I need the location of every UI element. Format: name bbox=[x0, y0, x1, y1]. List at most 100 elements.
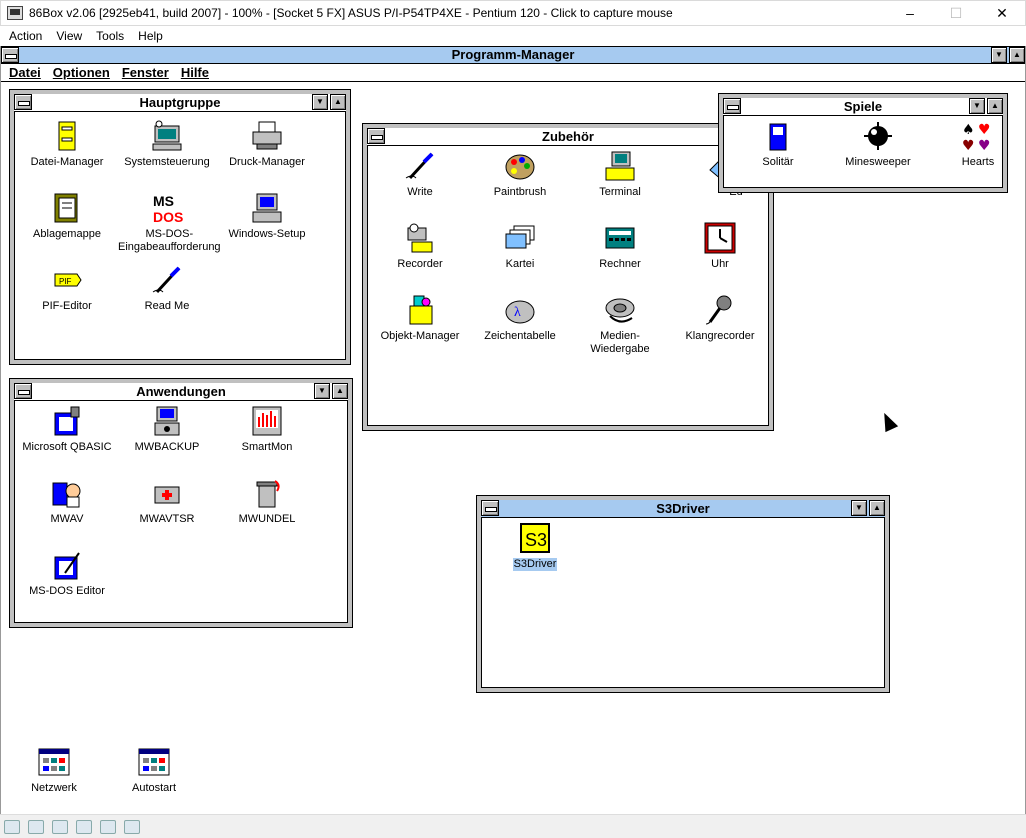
icon-pif-editor[interactable]: PIF PIF-Editor bbox=[17, 264, 117, 313]
pm-title: Programm-Manager bbox=[451, 47, 575, 62]
group-maximize-button[interactable]: ▲ bbox=[332, 383, 348, 399]
pm-menubar: Datei Optionen Fenster Hilfe bbox=[1, 64, 1025, 82]
pm-minimize-button[interactable]: ▼ bbox=[991, 47, 1007, 63]
86box-app-icon bbox=[7, 6, 23, 20]
pm-system-menu-button[interactable] bbox=[1, 47, 19, 63]
group-hauptgruppe[interactable]: Hauptgruppe ▼ ▲ Datei-Manager Systemsteu… bbox=[9, 89, 351, 365]
group-titlebar[interactable]: S3Driver ▼ ▲ bbox=[481, 500, 885, 518]
menu-help[interactable]: Help bbox=[131, 29, 170, 43]
group-maximize-button[interactable]: ▲ bbox=[987, 98, 1003, 114]
maximize-button[interactable]: ☐ bbox=[933, 0, 979, 26]
host-titlebar: 86Box v2.06 [2925eb41, build 2007] - 100… bbox=[0, 0, 1026, 26]
icon-objekt-manager[interactable]: Objekt-Manager bbox=[370, 294, 470, 343]
icon-hearts[interactable]: ♠ ♥ ♥ ♥ Hearts bbox=[928, 120, 1026, 169]
group-minimize-button[interactable]: ▼ bbox=[314, 383, 330, 399]
cards-icon bbox=[762, 120, 794, 152]
pm-menu-hilfe[interactable]: Hilfe bbox=[175, 65, 215, 80]
icon-label: Hearts bbox=[961, 156, 995, 168]
icon-minesweeper[interactable]: Minesweeper bbox=[828, 120, 928, 169]
hard-disk-icon[interactable] bbox=[76, 819, 92, 834]
svg-text:S3: S3 bbox=[525, 530, 547, 550]
icon-medien-wiedergabe[interactable]: Medien-Wiedergabe bbox=[570, 294, 670, 356]
icon-klangrecorder[interactable]: Klangrecorder bbox=[670, 294, 770, 343]
group-system-menu-button[interactable] bbox=[14, 383, 32, 399]
group-title: S3Driver bbox=[656, 501, 710, 516]
icon-s3driver[interactable]: S3 S3Driver bbox=[485, 522, 585, 571]
pen-write-icon bbox=[151, 264, 183, 296]
icon-label: Solitär bbox=[762, 156, 794, 168]
icon-ms-dos-editor[interactable]: MS-DOS Editor bbox=[17, 549, 117, 598]
icon-druck-manager[interactable]: Druck-Manager bbox=[217, 120, 317, 169]
pm-menu-optionen[interactable]: Optionen bbox=[47, 65, 116, 80]
icon-datei-manager[interactable]: Datei-Manager bbox=[17, 120, 117, 169]
minimized-group-netzwerk[interactable]: Netzwerk bbox=[4, 746, 104, 795]
antivirus-doctor-icon bbox=[51, 477, 83, 509]
icon-label: Zeichentabelle bbox=[484, 330, 556, 342]
group-titlebar[interactable]: Hauptgruppe ▼ ▲ bbox=[14, 94, 346, 112]
group-minimize-button[interactable]: ▼ bbox=[969, 98, 985, 114]
icon-solitaer[interactable]: Solitär bbox=[728, 120, 828, 169]
close-button[interactable]: ✕ bbox=[979, 0, 1025, 26]
icon-recorder[interactable]: Recorder bbox=[370, 222, 470, 271]
group-system-menu-button[interactable] bbox=[723, 98, 741, 114]
group-anwendungen[interactable]: Anwendungen ▼ ▲ Microsoft QBASIC MWBACKU… bbox=[9, 378, 353, 628]
icon-uhr[interactable]: Uhr bbox=[670, 222, 770, 271]
icon-terminal[interactable]: Terminal bbox=[570, 150, 670, 199]
group-spiele[interactable]: Spiele ▼ ▲ Solitär Minesweeper ♠ ♥ ♥ ♥ Heart… bbox=[718, 93, 1008, 193]
floppy-b-icon[interactable] bbox=[28, 819, 44, 834]
group-minimize-button[interactable]: ▼ bbox=[312, 94, 328, 110]
group-titlebar[interactable]: Spiele ▼ ▲ bbox=[723, 98, 1003, 116]
icon-windows-setup[interactable]: Windows-Setup bbox=[217, 192, 317, 241]
group-zubehoer[interactable]: Zubehör Write Paintbrush Terminal Ed Rec… bbox=[362, 123, 774, 431]
icon-rechner[interactable]: Rechner bbox=[570, 222, 670, 271]
icon-mwundel[interactable]: MWUNDEL bbox=[217, 477, 317, 526]
icon-mwav[interactable]: MWAV bbox=[17, 477, 117, 526]
svg-text:♥: ♥ bbox=[978, 122, 991, 138]
floppy-a-icon[interactable] bbox=[4, 819, 20, 834]
network-icon[interactable] bbox=[100, 819, 116, 834]
clock-icon bbox=[704, 222, 736, 254]
minimize-button[interactable]: – bbox=[887, 0, 933, 26]
group-system-menu-button[interactable] bbox=[14, 94, 32, 110]
group-minimize-button[interactable]: ▼ bbox=[851, 500, 867, 516]
group-titlebar[interactable]: Anwendungen ▼ ▲ bbox=[14, 383, 348, 401]
icon-smartmon[interactable]: SmartMon bbox=[217, 405, 317, 454]
icon-read-me[interactable]: Read Me bbox=[117, 264, 217, 313]
menu-action[interactable]: Action bbox=[2, 29, 49, 43]
icon-zeichentabelle[interactable]: λ Zeichentabelle bbox=[470, 294, 570, 343]
icon-kartei[interactable]: Kartei bbox=[470, 222, 570, 271]
icon-label: Recorder bbox=[397, 258, 443, 270]
icon-mwavtsr[interactable]: MWAVTSR bbox=[117, 477, 217, 526]
icon-ablagemappe[interactable]: Ablagemappe bbox=[17, 192, 117, 241]
pm-maximize-button[interactable]: ▲ bbox=[1009, 47, 1025, 63]
icon-write[interactable]: Write bbox=[370, 150, 470, 199]
mouse-cursor-icon bbox=[877, 409, 899, 433]
minimized-group-autostart[interactable]: Autostart bbox=[104, 746, 204, 795]
icon-mwbackup[interactable]: MWBACKUP bbox=[117, 405, 217, 454]
group-maximize-button[interactable]: ▲ bbox=[869, 500, 885, 516]
pm-menu-fenster[interactable]: Fenster bbox=[116, 65, 175, 80]
icon-systemsteuerung[interactable]: Systemsteuerung bbox=[117, 120, 217, 169]
icon-label: Kartei bbox=[505, 258, 535, 270]
sound-icon[interactable] bbox=[124, 819, 140, 834]
cdrom-icon[interactable] bbox=[52, 819, 68, 834]
microphone-icon bbox=[704, 294, 736, 326]
group-maximize-button[interactable]: ▲ bbox=[330, 94, 346, 110]
menu-view[interactable]: View bbox=[49, 29, 89, 43]
icon-label: MS-DOS Editor bbox=[29, 585, 105, 597]
program-manager-titlebar[interactable]: Programm-Manager ▼ ▲ bbox=[1, 46, 1025, 64]
icon-ms-dos-eingabeaufforderung[interactable]: MS DOS MS-DOS-Eingabeaufforderung bbox=[117, 192, 221, 254]
icon-microsoft-qbasic[interactable]: Microsoft QBASIC bbox=[17, 405, 117, 454]
emulated-screen[interactable]: Programm-Manager ▼ ▲ Datei Optionen Fens… bbox=[0, 46, 1026, 814]
terminal-phone-icon bbox=[604, 150, 636, 182]
menu-tools[interactable]: Tools bbox=[89, 29, 131, 43]
group-system-menu-button[interactable] bbox=[481, 500, 499, 516]
group-s3driver[interactable]: S3Driver ▼ ▲ S3 S3Driver bbox=[476, 495, 890, 693]
backup-drive-icon bbox=[151, 405, 183, 437]
icon-paintbrush[interactable]: Paintbrush bbox=[470, 150, 570, 199]
cardfile-icon bbox=[504, 222, 536, 254]
svg-text:PIF: PIF bbox=[59, 277, 72, 286]
group-system-menu-button[interactable] bbox=[367, 128, 385, 144]
pm-menu-datei[interactable]: Datei bbox=[3, 65, 47, 80]
group-titlebar[interactable]: Zubehör bbox=[367, 128, 769, 146]
